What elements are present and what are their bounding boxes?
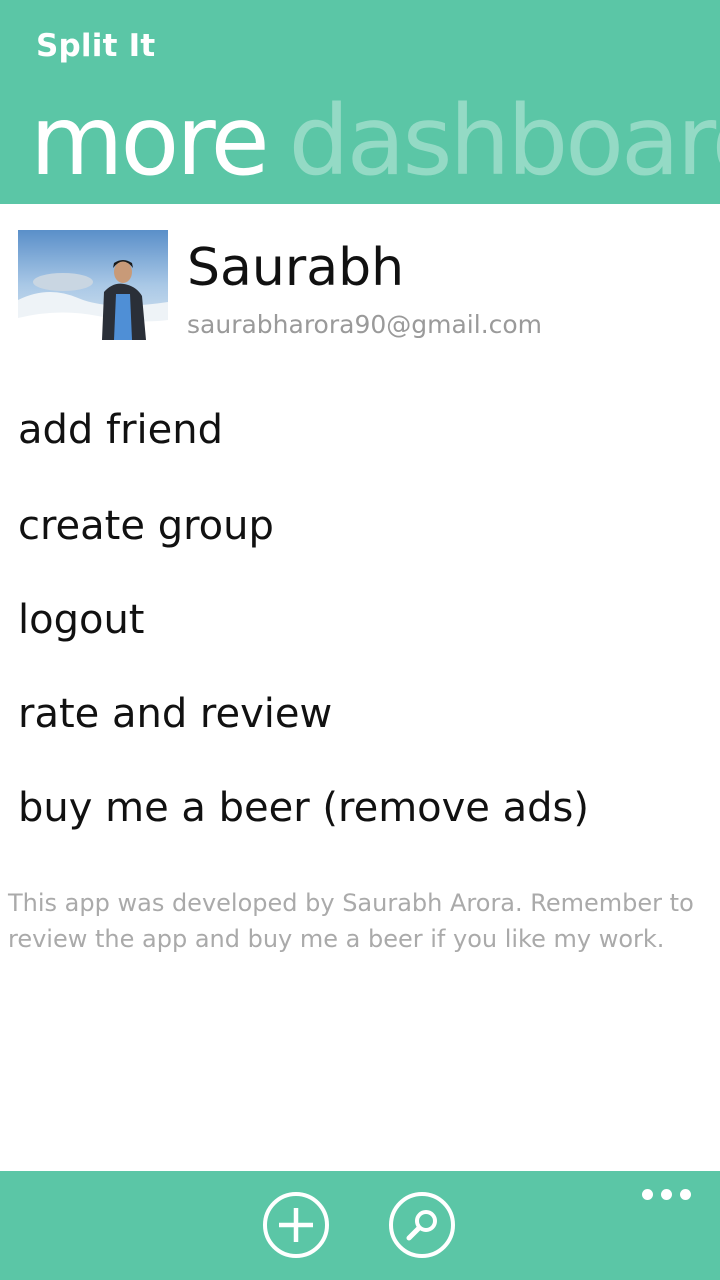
pivot-item-dashboard[interactable]: dashboard [289,85,720,197]
menu-item-rate-review[interactable]: rate and review [18,684,332,744]
app-title: Split It [36,28,156,64]
app-bar [0,1171,720,1280]
profile-name: Saurabh [187,238,405,298]
profile-email: saurabharora90@gmail.com [187,310,543,339]
app-header: Split It moredashboard [0,0,720,204]
add-button[interactable] [263,1192,329,1258]
menu-item-create-group[interactable]: create group [18,496,274,556]
menu-item-add-friend[interactable]: add friend [18,400,223,460]
add-icon [279,1208,313,1242]
menu-item-logout[interactable]: logout [18,590,144,650]
avatar-photo [18,230,168,340]
pivot-header: moredashboard [30,86,720,196]
pivot-item-more[interactable]: more [30,85,270,197]
profile-section: Saurabh saurabharora90@gmail.com [18,230,702,342]
about-text: This app was developed by Saurabh Arora.… [8,889,694,953]
search-icon [406,1210,437,1241]
avatar [18,230,168,340]
ellipsis-icon[interactable] [640,1183,694,1205]
search-button[interactable] [389,1192,455,1258]
menu-item-buy-beer[interactable]: buy me a beer (remove ads) [18,778,589,838]
